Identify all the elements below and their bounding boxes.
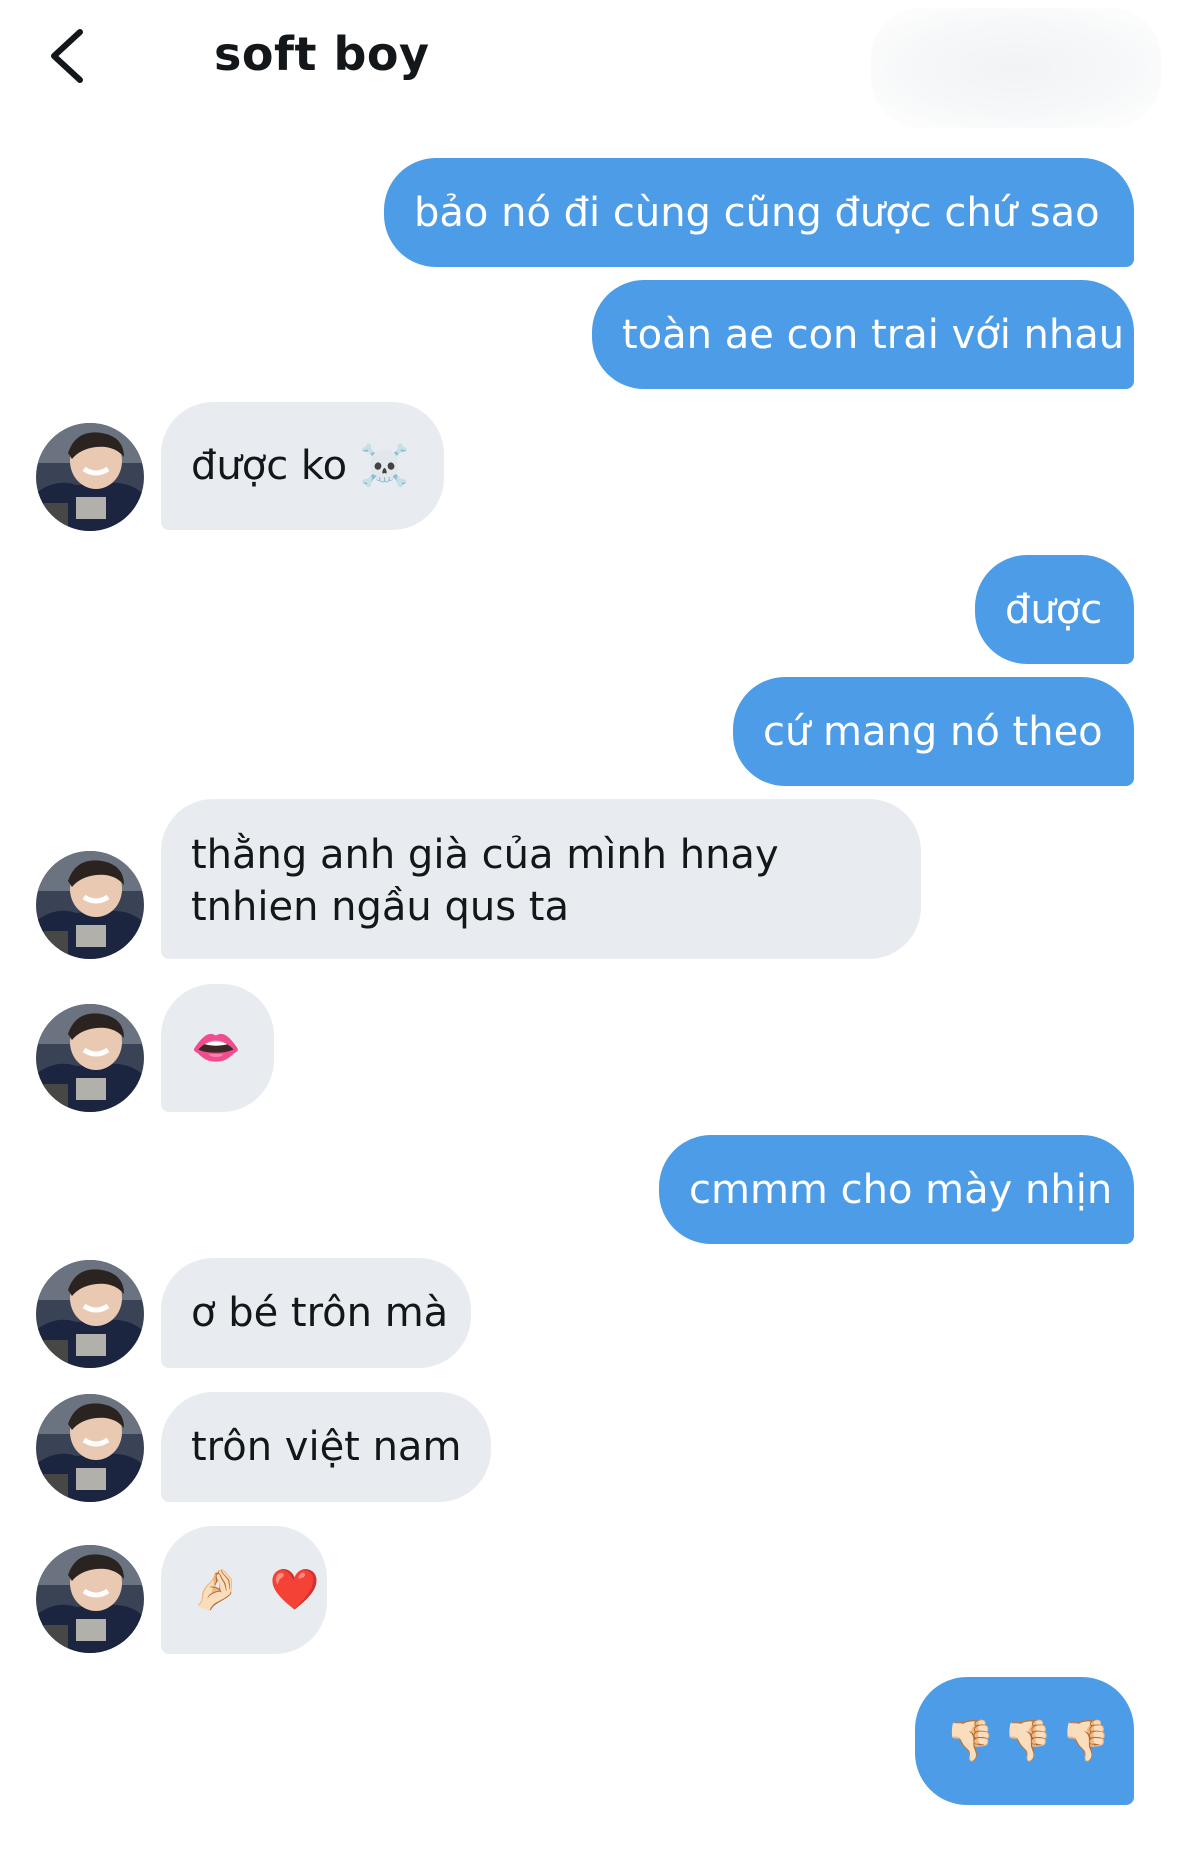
message-bubble-received[interactable]: được ko ☠️: [161, 402, 444, 530]
message-bubble-received[interactable]: ơ bé trôn mà: [161, 1258, 471, 1368]
message-text: thằng anh già của mình hnay tnhien ngầu …: [191, 832, 779, 930]
message-bubble-sent[interactable]: 👎🏻👎🏻👎🏻: [915, 1677, 1134, 1805]
message-text: cmmm cho mày nhịn: [689, 1166, 1113, 1213]
chat-header: soft boy: [0, 0, 1179, 128]
avatar[interactable]: [36, 1004, 144, 1112]
message-text: 🤌🏻 ❤️: [191, 1567, 328, 1613]
message-text: trôn việt nam: [191, 1424, 462, 1470]
message-bubble-sent[interactable]: bảo nó đi cùng cũng được chứ sao: [384, 158, 1134, 267]
avatar[interactable]: [36, 1260, 144, 1368]
blurred-area: [871, 8, 1161, 128]
message-bubble-received[interactable]: thằng anh già của mình hnay tnhien ngầu …: [161, 799, 921, 959]
message-bubble-received[interactable]: 🤌🏻 ❤️: [161, 1526, 327, 1654]
message-text: được ko ☠️: [191, 443, 410, 489]
message-text: ơ bé trôn mà: [191, 1290, 449, 1336]
message-text: 👄: [191, 1025, 241, 1071]
message-text: bảo nó đi cùng cũng được chứ sao: [414, 189, 1100, 236]
avatar[interactable]: [36, 1394, 144, 1502]
message-text: 👎🏻👎🏻👎🏻: [945, 1718, 1119, 1764]
message-bubble-received[interactable]: trôn việt nam: [161, 1392, 491, 1502]
message-bubble-sent[interactable]: cmmm cho mày nhịn: [659, 1135, 1134, 1244]
chevron-left-icon[interactable]: [44, 26, 94, 86]
page-title: soft boy: [214, 27, 430, 81]
avatar[interactable]: [36, 851, 144, 959]
message-bubble-sent[interactable]: toàn ae con trai với nhau: [592, 280, 1134, 389]
message-text: toàn ae con trai với nhau: [622, 311, 1125, 358]
message-text: cứ mang nó theo: [763, 708, 1103, 755]
message-bubble-sent[interactable]: được: [975, 555, 1134, 664]
avatar[interactable]: [36, 1545, 144, 1653]
message-bubble-sent[interactable]: cứ mang nó theo: [733, 677, 1134, 786]
message-bubble-received[interactable]: 👄: [161, 984, 274, 1112]
message-text: được: [1005, 586, 1103, 633]
avatar[interactable]: [36, 423, 144, 531]
